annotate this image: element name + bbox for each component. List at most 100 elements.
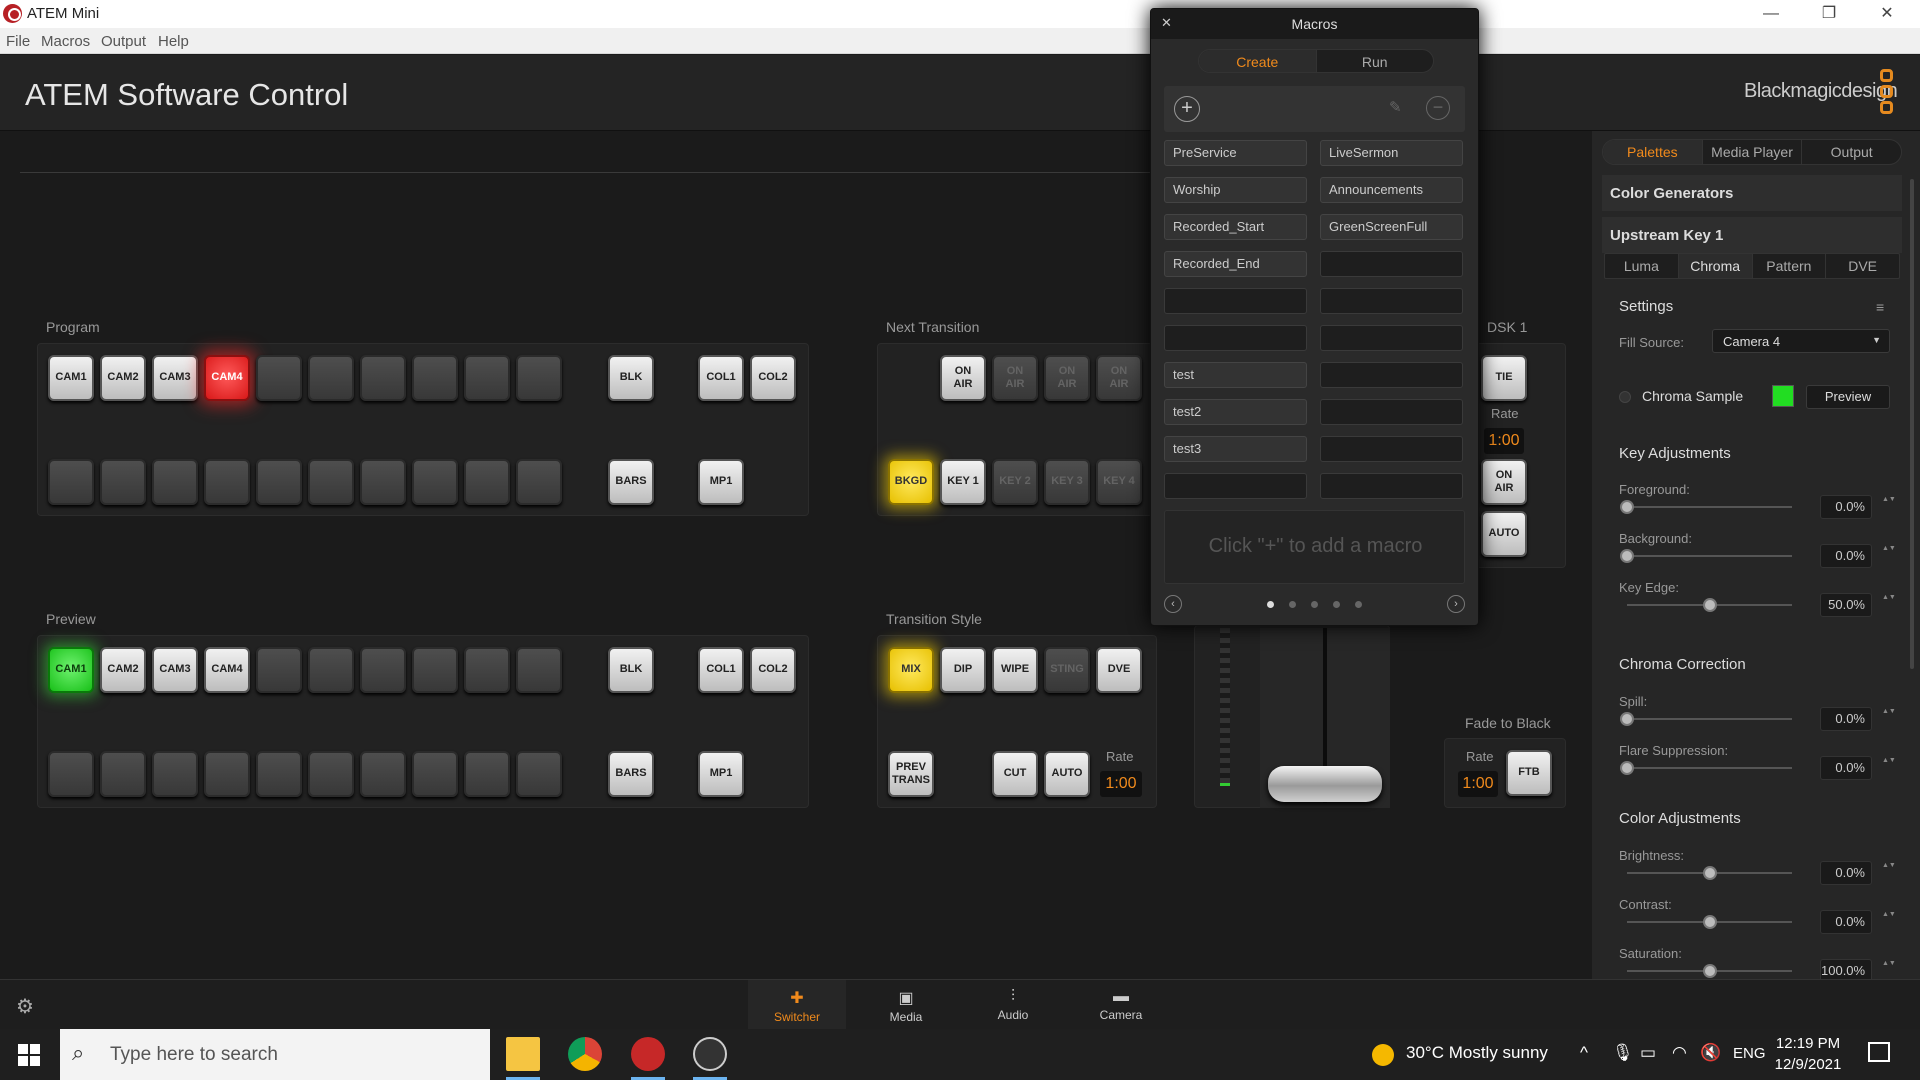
program-button-empty[interactable] [308,459,354,505]
macro-slot-empty[interactable] [1320,399,1463,425]
spill-value[interactable]: 0.0% [1820,707,1872,731]
preview-button-empty[interactable] [412,751,458,797]
macro-slot[interactable]: test [1164,362,1307,388]
tab-chroma[interactable]: Chroma [1678,254,1753,278]
next-page-icon[interactable]: › [1447,595,1465,613]
preview-button-empty[interactable] [100,751,146,797]
volume-muted-icon[interactable]: 🔇 [1700,1043,1721,1063]
key-on-air-button[interactable]: ON AIR [940,355,986,401]
foreground-slider-track[interactable] [1627,506,1792,508]
preview-button-empty[interactable] [152,751,198,797]
layer-key3-button[interactable]: KEY 3 [1044,459,1090,505]
style-dip-button[interactable]: DIP [940,647,986,693]
atem-taskbar-icon[interactable] [631,1037,665,1071]
nav-switcher[interactable]: ✚ Switcher [748,980,846,1030]
brightness-spinner-icon[interactable]: ▲▼ [1882,862,1896,870]
program-button-col1[interactable]: COL1 [698,355,744,401]
flare-slider-knob[interactable] [1620,761,1634,775]
layer-key4-button[interactable]: KEY 4 [1096,459,1142,505]
chroma-sample-toggle[interactable] [1619,391,1631,403]
preview-button-cam2[interactable]: CAM2 [100,647,146,693]
macro-slot-empty[interactable] [1164,473,1307,499]
macro-slot-empty[interactable] [1164,325,1307,351]
menu-file[interactable]: File [6,33,30,50]
edit-pencil-icon[interactable]: ✎ [1389,98,1402,116]
close-icon[interactable]: ✕ [1161,15,1172,31]
background-slider-track[interactable] [1627,555,1792,557]
tray-chevron-icon[interactable]: ^ [1580,1043,1588,1063]
macro-slot[interactable]: PreService [1164,140,1307,166]
settings-menu-icon[interactable]: ≡ [1876,299,1884,315]
program-button-empty[interactable] [464,355,510,401]
program-button-empty[interactable] [516,459,562,505]
tab-dve[interactable]: DVE [1826,254,1899,278]
preview-button-empty[interactable] [360,751,406,797]
tab-create[interactable]: Create [1199,50,1317,72]
layer-key1-button[interactable]: KEY 1 [940,459,986,505]
macro-slot[interactable]: Recorded_Start [1164,214,1307,240]
tab-output[interactable]: Output [1802,140,1901,164]
program-button-empty[interactable] [516,355,562,401]
ftb-rate-value[interactable]: 1:00 [1458,771,1498,797]
weather-icon[interactable] [1372,1044,1394,1066]
macro-slot-empty[interactable] [1320,436,1463,462]
page-dot[interactable] [1311,601,1318,608]
windows-start-icon[interactable] [18,1044,40,1066]
flare-slider-track[interactable] [1627,767,1792,769]
nav-media[interactable]: ▣ Media [857,980,955,1030]
tab-run[interactable]: Run [1317,50,1434,72]
tab-pattern[interactable]: Pattern [1753,254,1827,278]
program-button-col2[interactable]: COL2 [750,355,796,401]
saturation-slider-knob[interactable] [1702,964,1717,978]
dsk-auto-button[interactable]: AUTO [1481,511,1527,557]
macro-slot[interactable]: LiveSermon [1320,140,1463,166]
fill-source-select[interactable]: Camera 4 ▼ [1712,329,1890,353]
upstream-key-header[interactable]: Upstream Key 1 [1602,217,1902,253]
dsk-tie-button[interactable]: TIE [1481,355,1527,401]
preview-button-cam1[interactable]: CAM1 [48,647,94,693]
microphone-icon[interactable]: 🎙 [1612,1043,1634,1063]
chrome-icon[interactable] [568,1037,602,1071]
background-spinner-icon[interactable]: ▲▼ [1882,545,1896,553]
preview-button-empty[interactable] [464,751,510,797]
nav-audio[interactable]: ⫶ Audio [964,980,1062,1030]
program-button-empty[interactable] [360,355,406,401]
preview-button-empty[interactable] [516,647,562,693]
style-sting-button[interactable]: STING [1044,647,1090,693]
key-on-air-button[interactable]: ON AIR [992,355,1038,401]
style-mix-button[interactable]: MIX [888,647,934,693]
file-explorer-icon[interactable] [506,1037,540,1071]
close-window-button[interactable]: ✕ [1858,0,1916,28]
program-button-bars[interactable]: BARS [608,459,654,505]
spill-slider-knob[interactable] [1620,712,1634,726]
brightness-slider-knob[interactable] [1702,866,1717,880]
dsk-on-air-button[interactable]: ON AIR [1481,459,1527,505]
cut-button[interactable]: CUT [992,751,1038,797]
preview-button-empty[interactable] [412,647,458,693]
program-button-empty[interactable] [412,355,458,401]
tab-media-player[interactable]: Media Player [1703,140,1803,164]
gear-icon[interactable]: ⚙ [16,994,34,1019]
macro-slot-empty[interactable] [1320,325,1463,351]
preview-button-empty[interactable] [308,751,354,797]
preview-button-empty[interactable] [256,647,302,693]
ftb-button[interactable]: FTB [1506,750,1552,796]
style-dve-button[interactable]: DVE [1096,647,1142,693]
preview-button-bars[interactable]: BARS [608,751,654,797]
transition-rate-value[interactable]: 1:00 [1100,771,1142,797]
contrast-slider-knob[interactable] [1702,915,1717,929]
flare-spinner-icon[interactable]: ▲▼ [1882,757,1896,765]
clock-time[interactable]: 12:19 PM [1772,1035,1844,1052]
prev-page-icon[interactable]: ‹ [1164,595,1182,613]
macro-slot[interactable]: Announcements [1320,177,1463,203]
contrast-value[interactable]: 0.0% [1820,910,1872,934]
layer-bkgd-button[interactable]: BKGD [888,459,934,505]
program-button-cam4[interactable]: CAM4 [204,355,250,401]
tab-luma[interactable]: Luma [1605,254,1679,278]
program-button-mp1[interactable]: MP1 [698,459,744,505]
program-button-empty[interactable] [256,355,302,401]
macro-slot[interactable]: Recorded_End [1164,251,1307,277]
flare-value[interactable]: 0.0% [1820,756,1872,780]
dsk-rate-value[interactable]: 1:00 [1484,428,1524,454]
preview-button-mp1[interactable]: MP1 [698,751,744,797]
